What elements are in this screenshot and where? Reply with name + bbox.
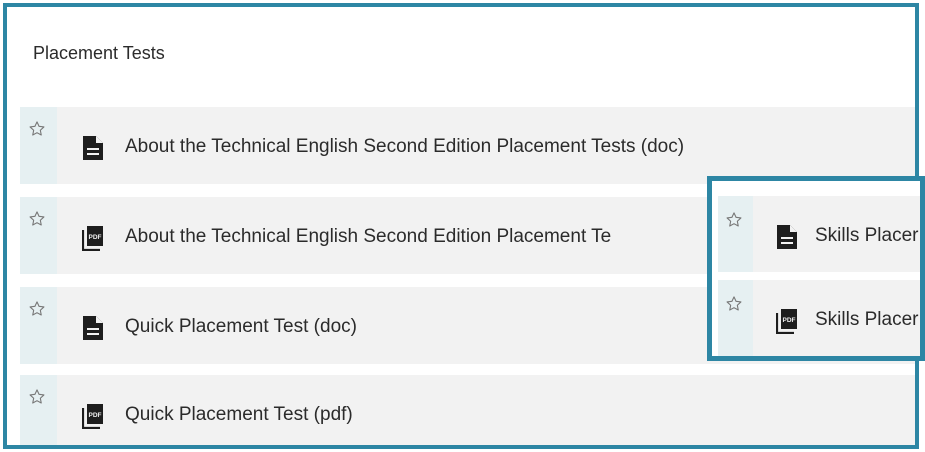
- favorite-cell[interactable]: [718, 196, 753, 272]
- star-icon[interactable]: [724, 210, 744, 230]
- list-item-label[interactable]: About the Technical English Second Editi…: [125, 226, 611, 248]
- list-item-label[interactable]: Skills Placer: [815, 225, 918, 247]
- list-item-label[interactable]: Quick Placement Test (doc): [125, 316, 357, 338]
- star-icon[interactable]: [27, 119, 47, 139]
- star-icon[interactable]: [724, 294, 744, 314]
- list-item-label[interactable]: About the Technical English Second Editi…: [125, 136, 684, 158]
- list-item[interactable]: PDF Skills Placer: [718, 280, 920, 356]
- star-icon[interactable]: [27, 209, 47, 229]
- list-item[interactable]: Skills Placer: [718, 196, 920, 272]
- favorite-cell[interactable]: [20, 375, 57, 445]
- list-item[interactable]: PDF Quick Placement Test (pdf): [20, 375, 915, 445]
- list-item-label[interactable]: Quick Placement Test (pdf): [125, 404, 353, 426]
- pdf-icon: PDF: [82, 404, 103, 429]
- svg-text:PDF: PDF: [89, 234, 102, 241]
- callout-panel: Skills Placer PDF Skills Placer: [707, 176, 925, 361]
- favorite-cell[interactable]: [20, 287, 57, 364]
- favorite-cell[interactable]: [20, 197, 57, 274]
- doc-icon: [777, 225, 797, 249]
- section-title: Placement Tests: [33, 43, 165, 63]
- pdf-icon: PDF: [82, 226, 103, 251]
- doc-icon: [83, 136, 103, 160]
- pdf-icon: PDF: [776, 309, 797, 334]
- svg-text:PDF: PDF: [783, 317, 796, 324]
- star-icon[interactable]: [27, 387, 47, 407]
- list-item[interactable]: About the Technical English Second Editi…: [20, 107, 915, 184]
- svg-text:PDF: PDF: [89, 412, 102, 419]
- star-icon[interactable]: [27, 299, 47, 319]
- favorite-cell[interactable]: [20, 107, 57, 184]
- doc-icon: [83, 316, 103, 340]
- list-item-label[interactable]: Skills Placer: [815, 309, 918, 331]
- favorite-cell[interactable]: [718, 280, 753, 356]
